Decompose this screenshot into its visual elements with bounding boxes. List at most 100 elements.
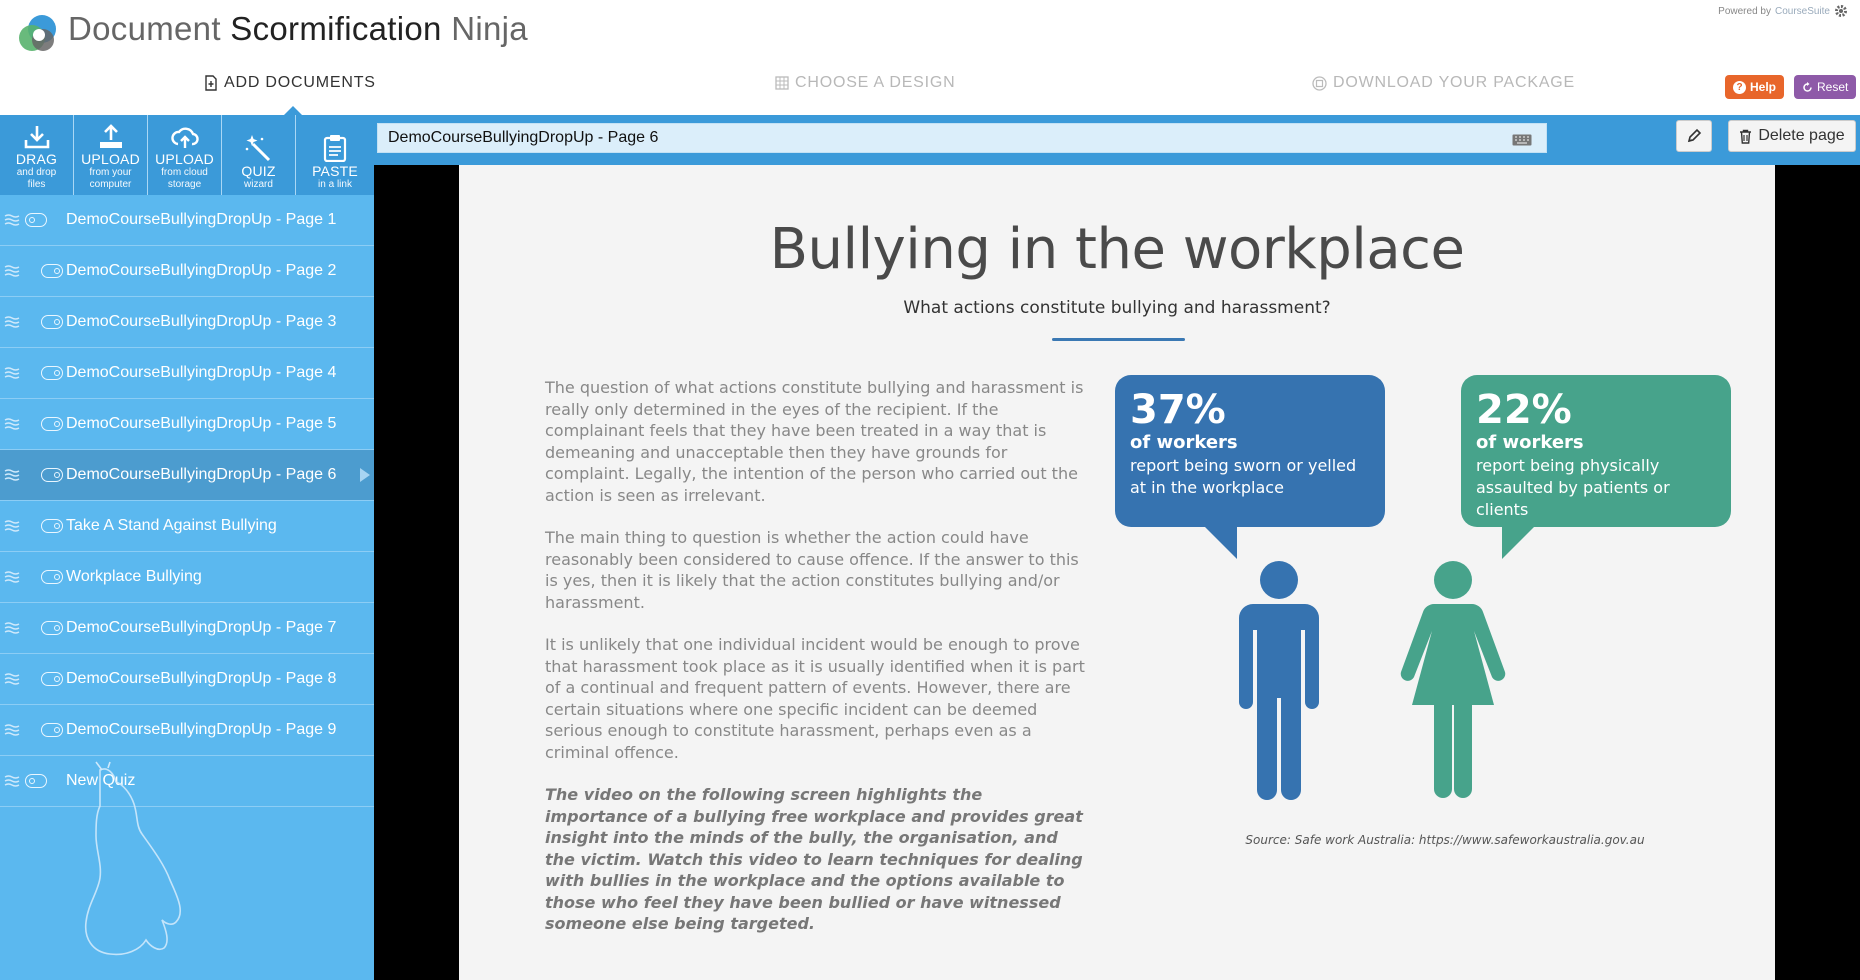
stat-bubble-sworn: 37% of workers report being sworn or yel… [1115, 375, 1385, 527]
drag-handle-icon[interactable] [4, 367, 20, 379]
slide-title: Bullying in the workplace [769, 217, 1465, 282]
drag-handle-icon[interactable] [4, 724, 20, 736]
keyboard-icon[interactable] [1512, 134, 1532, 146]
bubble-tail [1502, 525, 1536, 559]
drag-handle-icon[interactable] [4, 316, 20, 328]
stat-bubble-assaulted: 22% of workers report being physically a… [1461, 375, 1731, 527]
slide-body-text: The question of what actions constitute … [545, 377, 1085, 956]
slide-preview: Bullying in the workplace What actions c… [459, 165, 1775, 980]
page-list-item[interactable]: DemoCourseBullyingDropUp - Page 5 [0, 399, 374, 450]
help-button[interactable]: ? Help [1725, 75, 1785, 99]
package-icon [1312, 75, 1327, 91]
visibility-toggle-icon[interactable] [41, 621, 63, 635]
cloud-upload-icon [170, 127, 199, 148]
clipboard-icon [323, 135, 347, 162]
drag-drop-button[interactable]: DRAG and drop files [0, 115, 74, 195]
bubble-tail [1203, 525, 1237, 559]
page-label: DemoCourseBullyingDropUp - Page 1 [66, 211, 337, 228]
page-list-item[interactable]: DemoCourseBullyingDropUp - Page 4 [0, 348, 374, 399]
visibility-toggle-icon[interactable] [25, 213, 47, 227]
slide-subtitle: What actions constitute bullying and har… [903, 298, 1331, 318]
page-label: DemoCourseBullyingDropUp - Page 8 [66, 670, 337, 687]
refresh-icon [1803, 81, 1812, 92]
reset-button[interactable]: Reset [1794, 75, 1857, 99]
drag-handle-icon[interactable] [4, 469, 20, 481]
powered-by: Powered by CourseSuite [1718, 4, 1848, 18]
woman-figure-icon [1400, 561, 1506, 798]
drag-handle-icon[interactable] [4, 622, 20, 634]
ninja-mascot-icon [84, 761, 181, 956]
editor-toolbar: DemoCourseBullyingDropUp - Page 6 Delete… [374, 115, 1860, 165]
page-list-item[interactable]: Workplace Bullying [0, 552, 374, 603]
edit-button[interactable] [1676, 120, 1712, 152]
page-label: Take A Stand Against Bullying [66, 517, 277, 534]
delete-page-button[interactable]: Delete page [1728, 120, 1856, 152]
page-list-item[interactable]: Take A Stand Against Bullying [0, 501, 374, 552]
visibility-toggle-icon[interactable] [41, 264, 63, 278]
trash-icon [1740, 129, 1752, 144]
emphasis-paragraph: The video on the following screen highli… [545, 785, 1083, 933]
app-title: Document Scormification Ninja [68, 10, 528, 47]
paste-link-button[interactable]: PASTE in a link [296, 115, 374, 195]
step-choose-design[interactable]: CHOOSE A DESIGN [775, 74, 955, 92]
page-label: DemoCourseBullyingDropUp - Page 2 [66, 262, 337, 279]
upload-cloud-button[interactable]: UPLOAD from cloud storage [148, 115, 222, 195]
page-list-item[interactable]: DemoCourseBullyingDropUp - Page 2 [0, 246, 374, 297]
drag-handle-icon[interactable] [4, 673, 20, 685]
visibility-toggle-icon[interactable] [25, 774, 47, 788]
step-download-package[interactable]: DOWNLOAD YOUR PACKAGE [1312, 74, 1575, 92]
page-title-input[interactable]: DemoCourseBullyingDropUp - Page 6 [377, 123, 1547, 153]
add-document-icon [205, 75, 217, 91]
magic-wand-icon [245, 135, 270, 162]
page-label: Workplace Bullying [66, 568, 202, 585]
page-list-item[interactable]: DemoCourseBullyingDropUp - Page 8 [0, 654, 374, 705]
page-label: DemoCourseBullyingDropUp - Page 5 [66, 415, 337, 432]
visibility-toggle-icon[interactable] [41, 366, 63, 380]
drag-handle-icon[interactable] [4, 214, 20, 226]
drag-handle-icon[interactable] [4, 520, 20, 532]
body-paragraph: The main thing to question is whether th… [545, 528, 1079, 612]
visibility-toggle-icon[interactable] [41, 468, 63, 482]
page-list-item[interactable]: DemoCourseBullyingDropUp - Page 3 [0, 297, 374, 348]
visibility-toggle-icon[interactable] [41, 315, 63, 329]
body-paragraph: It is unlikely that one individual incid… [545, 635, 1085, 762]
page-label: DemoCourseBullyingDropUp - Page 7 [66, 619, 337, 636]
app-header: Document Scormification Ninja Powered by… [0, 0, 1860, 116]
drag-handle-icon[interactable] [4, 265, 20, 277]
editor-area: DemoCourseBullyingDropUp - Page 6 Delete… [374, 115, 1860, 980]
page-list-item[interactable]: DemoCourseBullyingDropUp - Page 7 [0, 603, 374, 654]
app-logo-icon [19, 15, 56, 51]
quiz-wizard-button[interactable]: QUIZ wizard [222, 115, 296, 195]
page-label: DemoCourseBullyingDropUp - Page 9 [66, 721, 337, 738]
grid-icon [775, 76, 789, 90]
selected-arrow-icon [360, 468, 370, 482]
drag-handle-icon[interactable] [4, 571, 20, 583]
gear-icon[interactable] [1834, 4, 1848, 18]
drag-handle-icon[interactable] [4, 418, 20, 430]
upload-icon [99, 124, 122, 148]
page-list-item[interactable]: DemoCourseBullyingDropUp - Page 9 [0, 705, 374, 756]
visibility-toggle-icon[interactable] [41, 570, 63, 584]
download-icon [24, 126, 49, 149]
question-icon: ? [1733, 80, 1746, 94]
drag-handle-icon[interactable] [4, 775, 20, 787]
step-add-documents[interactable]: ADD DOCUMENTS [204, 74, 376, 92]
page-label: DemoCourseBullyingDropUp - Page 3 [66, 313, 337, 330]
page-list: DemoCourseBullyingDropUp - Page 1 DemoCo… [0, 195, 374, 807]
page-list-item-selected[interactable]: DemoCourseBullyingDropUp - Page 6 [0, 450, 374, 501]
add-toolbar: DRAG and drop files UPLOAD from your com… [0, 115, 374, 195]
page-label: DemoCourseBullyingDropUp - Page 4 [66, 364, 337, 381]
visibility-toggle-icon[interactable] [41, 672, 63, 686]
body-paragraph: The question of what actions constitute … [545, 378, 1084, 505]
man-figure-icon [1239, 561, 1319, 800]
documents-panel: DRAG and drop files UPLOAD from your com… [0, 115, 374, 980]
page-list-item[interactable]: DemoCourseBullyingDropUp - Page 1 [0, 195, 374, 246]
visibility-toggle-icon[interactable] [41, 417, 63, 431]
pencil-icon [1687, 128, 1702, 143]
title-underline [1052, 338, 1185, 341]
source-caption: Source: Safe work Australia: https://www… [1245, 833, 1645, 847]
page-label: DemoCourseBullyingDropUp - Page 6 [66, 466, 337, 483]
visibility-toggle-icon[interactable] [41, 723, 63, 737]
upload-computer-button[interactable]: UPLOAD from your computer [74, 115, 148, 195]
visibility-toggle-icon[interactable] [41, 519, 63, 533]
